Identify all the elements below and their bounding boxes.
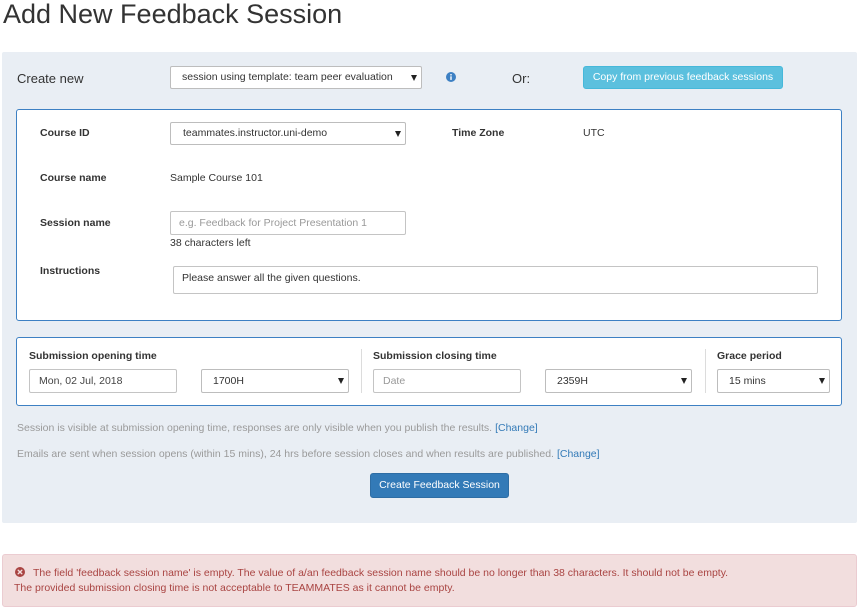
visibility-note-text: Session is visible at submission opening… [17, 422, 493, 434]
error-alert: The field 'feedback session name' is emp… [2, 554, 857, 607]
opening-date-input[interactable] [29, 369, 177, 393]
page-title: Add New Feedback Session [3, 0, 343, 29]
grace-period-select[interactable]: 15 mins [717, 369, 830, 393]
change-email-settings-link[interactable]: [Change] [557, 448, 600, 460]
closing-date-input[interactable] [373, 369, 521, 393]
course-id-label: Course ID [40, 127, 90, 139]
time-zone-label: Time Zone [452, 127, 505, 139]
caret-down-icon [411, 74, 417, 81]
create-new-label: Create new [17, 71, 84, 86]
column-divider [705, 349, 706, 393]
error-message: The field 'feedback session name' is emp… [15, 566, 728, 581]
session-name-chars-left: 38 characters left [170, 237, 251, 249]
change-visibility-link[interactable]: [Change] [495, 422, 538, 434]
instructions-label: Instructions [40, 265, 101, 277]
email-note: Emails are sent when session opens (with… [17, 447, 600, 461]
closing-time-select[interactable]: 2359H [545, 369, 692, 393]
copy-from-previous-sessions-button[interactable]: Copy from previous feedback sessions [583, 66, 783, 89]
closing-time-label: Submission closing time [373, 350, 497, 362]
remove-circle-icon [15, 567, 25, 577]
closing-time-select-value: 2359H [557, 375, 588, 387]
column-divider [361, 349, 362, 393]
session-schedule-panel: Submission opening time 1700H Submission… [16, 337, 842, 406]
create-feedback-session-button[interactable]: Create Feedback Session [370, 473, 509, 498]
email-note-text: Emails are sent when session opens (with… [17, 448, 554, 460]
caret-down-icon [819, 378, 825, 384]
time-zone-value: UTC [583, 127, 605, 139]
grace-period-label: Grace period [717, 350, 782, 362]
opening-time-label: Submission opening time [29, 350, 157, 362]
caret-down-icon [338, 378, 344, 384]
visibility-note: Session is visible at submission opening… [17, 421, 538, 435]
or-label: Or: [512, 71, 531, 86]
course-id-select-value: teammates.instructor.uni-demo [183, 127, 328, 139]
session-name-label: Session name [40, 217, 111, 229]
error-message-text: The provided submission closing time is … [14, 582, 455, 594]
template-select[interactable]: session using template: team peer evalua… [170, 66, 422, 89]
session-details-panel: Course ID teammates.instructor.uni-demo … [16, 109, 842, 321]
course-id-select[interactable]: teammates.instructor.uni-demo [170, 122, 406, 145]
opening-time-select[interactable]: 1700H [201, 369, 349, 393]
error-message-text: The field 'feedback session name' is emp… [33, 567, 729, 579]
course-name-value: Sample Course 101 [170, 172, 263, 184]
template-select-value: session using template: team peer evalua… [182, 71, 393, 83]
session-name-input[interactable] [170, 211, 406, 235]
page-root: Add New Feedback Session Create new sess… [0, 0, 864, 614]
instructions-textarea[interactable]: Please answer all the given questions. [173, 266, 818, 294]
caret-down-icon [395, 130, 401, 137]
opening-time-select-value: 1700H [213, 375, 244, 387]
error-message: The provided submission closing time is … [14, 581, 455, 596]
new-session-form: Create new session using template: team … [2, 52, 857, 523]
caret-down-icon [681, 378, 687, 384]
info-circle-icon[interactable] [446, 72, 456, 82]
grace-period-select-value: 15 mins [729, 375, 766, 387]
course-name-label: Course name [40, 172, 107, 184]
